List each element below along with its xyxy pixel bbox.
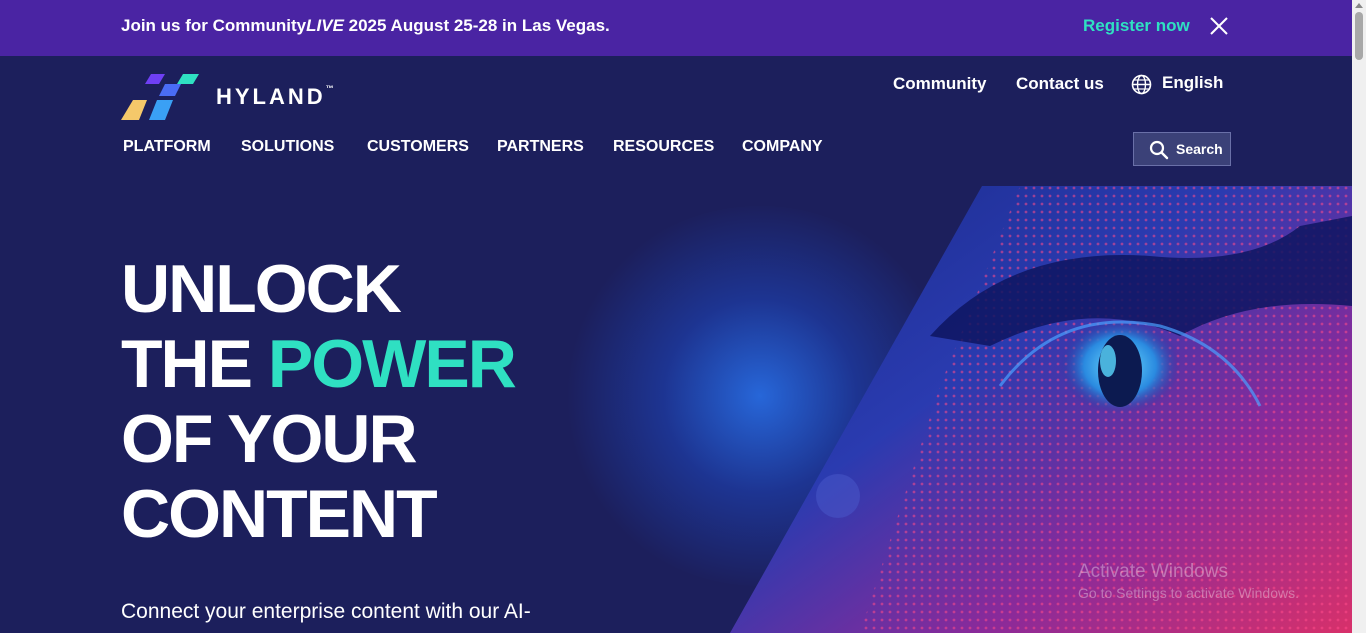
scroll-up-arrow-icon[interactable]: [1355, 3, 1363, 8]
watermark-title: Activate Windows: [1078, 561, 1228, 582]
logo-mark-icon: [121, 74, 199, 120]
scroll-thumb[interactable]: [1355, 12, 1363, 60]
community-link[interactable]: Community: [893, 74, 987, 94]
contact-us-link[interactable]: Contact us: [1016, 74, 1104, 94]
page-scrollbar[interactable]: [1352, 0, 1366, 633]
hero-title-line-4: CONTENT: [121, 476, 438, 552]
hyland-logo[interactable]: HYLAND™: [121, 72, 361, 122]
windows-activation-watermark: Activate Windows Go to Settings to activ…: [1078, 561, 1299, 601]
hero-section: UNLOCK THE POWER OF YOUR CONTENT Connect…: [0, 186, 1352, 633]
banner-text: Join us for CommunityLIVE 2025 August 25…: [121, 16, 610, 35]
nav-platform[interactable]: PLATFORM: [123, 138, 211, 156]
nav-solutions[interactable]: SOLUTIONS: [241, 138, 334, 156]
hero-subtitle: Connect your enterprise content with our…: [121, 600, 531, 623]
close-banner-button[interactable]: [1208, 15, 1230, 37]
search-icon: [1149, 140, 1169, 160]
watermark-subtitle: Go to Settings to activate Windows.: [1078, 585, 1299, 601]
nav-partners[interactable]: PARTNERS: [497, 138, 584, 156]
search-label: Search: [1176, 141, 1223, 157]
hero-title-accent: POWER: [267, 326, 517, 402]
banner-live-text: LIVE: [306, 16, 344, 35]
globe-icon: [1131, 74, 1152, 95]
hero-title-line-2: THE POWER: [121, 326, 517, 402]
hero-title-line-3: OF YOUR: [121, 401, 418, 477]
nav-customers[interactable]: CUSTOMERS: [367, 138, 469, 156]
hero-title-line-1: UNLOCK: [121, 251, 402, 327]
nav-company[interactable]: COMPANY: [742, 138, 823, 156]
announcement-banner: Join us for CommunityLIVE 2025 August 25…: [0, 0, 1352, 56]
language-label: English: [1162, 73, 1224, 92]
search-button[interactable]: Search: [1133, 132, 1231, 166]
close-icon: [1210, 17, 1228, 35]
hero-title: UNLOCK THE POWER OF YOUR CONTENT: [121, 251, 517, 552]
register-now-link[interactable]: Register now: [1083, 16, 1190, 36]
logo-wordmark: HYLAND™: [216, 84, 334, 109]
site-header: HYLAND™ Community Contact us English PLA…: [0, 56, 1352, 186]
nav-resources[interactable]: RESOURCES: [613, 138, 714, 156]
